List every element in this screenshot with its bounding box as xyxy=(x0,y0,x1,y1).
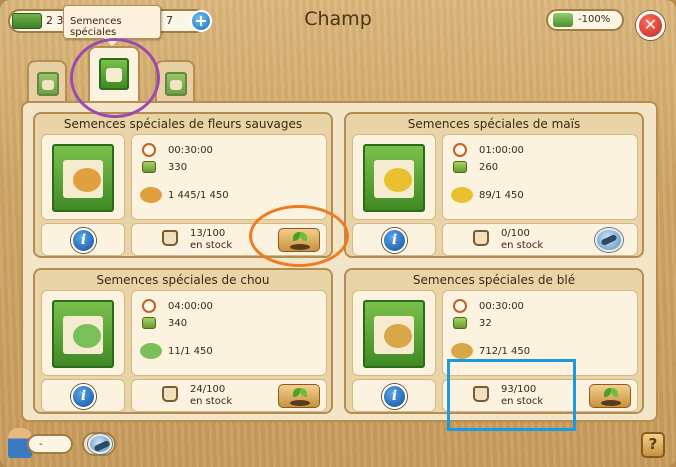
money-icon xyxy=(12,13,42,29)
speed-bonus-icon xyxy=(553,13,573,27)
progress-value: 1 445/1 450 xyxy=(168,190,229,201)
growth-time: 00:30:00 xyxy=(479,301,524,312)
farmer-display[interactable]: - xyxy=(27,434,73,454)
card-image xyxy=(41,134,125,220)
wheat-seed-bag-icon xyxy=(363,300,425,368)
info-button-box: i xyxy=(41,379,125,412)
highlight-circle-tab xyxy=(70,38,160,118)
stock-label: en stock xyxy=(190,240,233,251)
wheat-progress-icon xyxy=(451,343,473,359)
sack-icon xyxy=(162,386,178,402)
info-button[interactable]: i xyxy=(71,228,96,253)
harvest-icon xyxy=(453,161,467,173)
plant-button[interactable] xyxy=(278,384,320,408)
progress-value: 11/1 450 xyxy=(168,346,213,357)
info-button-box: i xyxy=(41,223,125,256)
stock-count: 0/100 xyxy=(501,228,530,239)
card-title: Semences spéciales de chou xyxy=(96,273,270,287)
seed-bag-icon xyxy=(37,72,59,96)
wheat-icon xyxy=(383,324,412,349)
card-info: 01:00:00 260 89/1 450 xyxy=(442,134,638,220)
tab-timed-seeds[interactable] xyxy=(155,60,195,102)
sack-icon xyxy=(473,230,489,246)
card-title: Semences spéciales de fleurs sauvages xyxy=(63,117,303,131)
info-button[interactable]: i xyxy=(71,384,96,409)
stock-count: 13/100 xyxy=(190,228,226,239)
highlight-box-stock xyxy=(447,359,576,431)
boost-icon xyxy=(88,434,112,454)
timer-seed-bag-icon xyxy=(165,72,187,96)
farmer-value: - xyxy=(39,439,43,450)
cabbage-icon xyxy=(72,324,101,349)
clock-icon xyxy=(142,299,156,313)
info-button-box: i xyxy=(352,223,436,256)
help-button[interactable]: ? xyxy=(641,432,665,458)
cabbage-progress-icon xyxy=(140,343,162,359)
tab-field[interactable] xyxy=(27,60,67,102)
stock-count: 24/100 xyxy=(190,384,226,395)
seed-card: Semences spéciales de chou 04:00:00 340 … xyxy=(33,268,333,414)
corn-icon xyxy=(383,168,412,193)
sack-icon xyxy=(162,230,178,246)
xp-value: 260 xyxy=(479,162,499,173)
progress-value: 712/1 450 xyxy=(479,346,531,357)
growth-time: 04:00:00 xyxy=(168,301,213,312)
info-button-box: i xyxy=(352,379,436,412)
card-image xyxy=(352,290,436,376)
close-button[interactable]: ✕ xyxy=(636,11,665,40)
wildflowers-seed-bag-icon xyxy=(52,144,114,212)
cabbage-seed-bag-icon xyxy=(52,300,114,368)
card-title: Semences spéciales de blé xyxy=(412,273,576,287)
card-image xyxy=(352,134,436,220)
xp-value: 330 xyxy=(168,162,188,173)
clock-icon xyxy=(453,143,467,157)
clock-icon xyxy=(142,143,156,157)
stock-label: en stock xyxy=(501,240,544,251)
harvest-icon xyxy=(142,317,156,329)
card-title: Semences spéciales de maïs xyxy=(407,117,581,131)
currency-amount-suffix: 7 xyxy=(166,14,173,27)
seed-card: Semences spéciales de maïs 01:00:00 260 … xyxy=(344,112,644,258)
corn-seed-bag-icon xyxy=(363,144,425,212)
corn-progress-icon xyxy=(451,187,473,203)
stock-box: 24/100 en stock xyxy=(131,379,327,412)
harvest-icon xyxy=(453,317,467,329)
bottom-boost-button[interactable] xyxy=(82,432,116,456)
stock-box: 0/100 en stock xyxy=(442,223,638,256)
wildflowers-icon xyxy=(72,168,101,193)
wildflowers-progress-icon xyxy=(140,187,162,203)
clock-icon xyxy=(453,299,467,313)
stock-label: en stock xyxy=(190,396,233,407)
xp-value: 32 xyxy=(479,318,492,329)
card-info: 04:00:00 340 11/1 450 xyxy=(131,290,327,376)
plant-button[interactable] xyxy=(589,384,631,408)
add-currency-button[interactable]: + xyxy=(190,10,212,32)
close-icon: ✕ xyxy=(643,15,658,34)
highlight-circle-plant xyxy=(249,205,349,267)
harvest-icon xyxy=(142,161,156,173)
speed-bonus-value: -100% xyxy=(578,14,611,25)
card-image xyxy=(41,290,125,376)
boost-button[interactable] xyxy=(595,228,623,252)
growth-time: 01:00:00 xyxy=(479,145,524,156)
progress-value: 89/1 450 xyxy=(479,190,524,201)
growth-time: 00:30:00 xyxy=(168,145,213,156)
plus-icon: + xyxy=(194,11,208,30)
tab-tooltip: Semences spéciales xyxy=(63,5,161,46)
currency-amount: 2 3 xyxy=(46,14,64,27)
speed-bonus-display: -100% xyxy=(546,9,624,31)
info-button[interactable]: i xyxy=(382,228,407,253)
info-button[interactable]: i xyxy=(382,384,407,409)
xp-value: 340 xyxy=(168,318,188,329)
